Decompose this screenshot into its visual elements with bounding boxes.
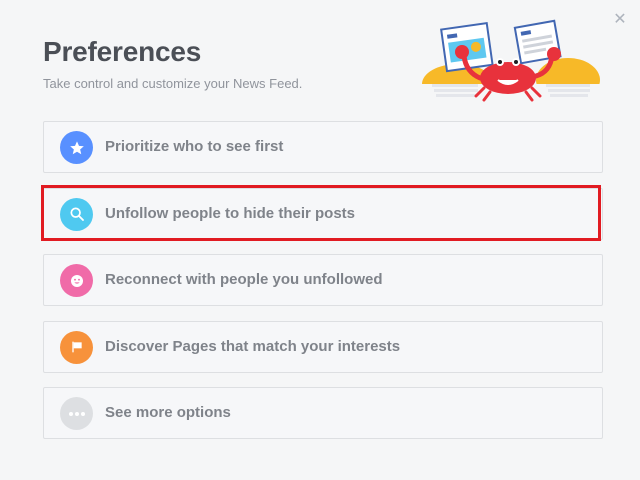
smiley-icon — [60, 264, 93, 297]
star-icon — [60, 131, 93, 164]
crab-illustration — [418, 19, 604, 104]
option-prioritize[interactable]: Prioritize who to see first — [43, 121, 603, 173]
page-title: Preferences — [43, 36, 202, 67]
option-label: Discover Pages that match your interests — [105, 337, 401, 355]
option-reconnect[interactable]: Reconnect with people you unfollowed — [43, 254, 603, 306]
preferences-options: Prioritize who to see first Unfollow peo… — [43, 121, 603, 454]
flag-icon — [60, 330, 93, 364]
option-discover-pages[interactable]: Discover Pages that match your interests — [43, 320, 603, 373]
more-icon — [60, 397, 93, 430]
search-icon — [60, 197, 93, 231]
option-see-more[interactable]: See more options — [43, 387, 603, 439]
option-label: Reconnect with people you unfollowed — [105, 271, 383, 288]
option-label: See more options — [105, 404, 231, 421]
option-unfollow[interactable]: Unfollow people to hide their posts — [43, 187, 603, 240]
preferences-dialog: ✕ Preferences Take control and customize… — [0, 0, 640, 480]
close-icon[interactable]: ✕ — [612, 12, 628, 28]
option-label: Prioritize who to see first — [105, 138, 284, 155]
page-subtitle: Take control and customize your News Fee… — [43, 76, 303, 91]
option-label: Unfollow people to hide their posts — [105, 204, 355, 222]
